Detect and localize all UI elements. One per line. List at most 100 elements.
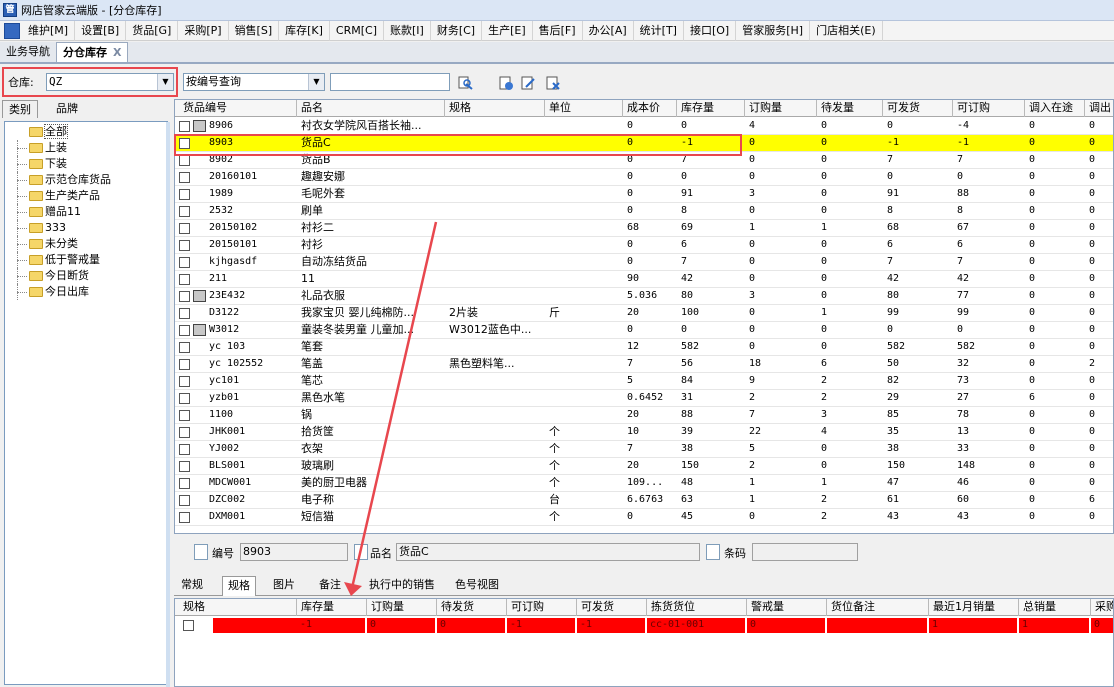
table-row[interactable]: 211 11 90 42 0 0 42 42 0 0 [175,271,1113,288]
delete-icon[interactable] [545,75,561,91]
menu-item[interactable]: 货品[G] [126,20,179,41]
edit-icon[interactable] [520,75,536,91]
copy-code-icon[interactable] [194,544,208,560]
spec-row[interactable]: -1 0 0 -1 -1 cc-01-001 0 1 1 0 [175,617,1113,634]
chevron-down-icon[interactable]: ▼ [308,74,324,90]
table-row[interactable]: yc101 笔芯 5 84 9 2 82 73 0 0 [175,373,1113,390]
tab-bottom[interactable]: 规格 [222,576,256,596]
code-field[interactable]: 8903 [240,543,348,561]
search-input[interactable] [330,73,450,91]
tree-node[interactable]: 333 [5,220,167,236]
column-header[interactable]: 拣货货位 [647,599,747,616]
panel-splitter[interactable] [166,122,170,687]
column-header[interactable]: 采购 [1091,599,1113,616]
tab-bottom[interactable]: 备注 [314,576,346,596]
column-header[interactable]: 订购量 [745,100,817,117]
menu-item[interactable]: 售后[F] [533,20,583,41]
copy-name-icon[interactable] [354,544,368,560]
row-checkbox[interactable] [179,427,190,438]
table-row[interactable]: BLS001 玻璃刷个 20 150 2 0 150 148 0 0 [175,458,1113,475]
menu-item[interactable]: 财务[C] [431,20,483,41]
column-header[interactable]: 库存量 [297,599,367,616]
menu-item[interactable]: 门店相关(E) [810,20,883,41]
copy-barcode-icon[interactable] [706,544,720,560]
tab-brand[interactable]: 品牌 [50,100,84,118]
table-row[interactable]: yc 102552 笔盖 黑色塑料笔... 7 56 18 6 50 32 0 2 [175,356,1113,373]
tab-bottom[interactable]: 图片 [268,576,300,596]
table-row[interactable]: 20160101 趣趣安娜 0 0 0 0 0 0 0 0 [175,169,1113,186]
column-header[interactable]: 成本价 [623,100,677,117]
tab-bottom[interactable]: 色号视图 [450,576,504,596]
menu-item[interactable]: 账款[I] [384,20,431,41]
row-checkbox[interactable] [183,620,194,631]
column-header[interactable]: 总销量 [1019,599,1091,616]
table-row[interactable]: 1989 毛呢外套 0 91 3 0 91 88 0 0 [175,186,1113,203]
menu-item[interactable]: 生产[E] [482,20,533,41]
row-checkbox[interactable] [179,478,190,489]
menu-item[interactable]: 管家服务[H] [736,20,811,41]
table-row[interactable]: kjhgasdf 自动冻结货品 0 7 0 0 7 7 0 0 [175,254,1113,271]
row-checkbox[interactable] [179,410,190,421]
warehouse-select[interactable]: QZ ▼ [46,73,174,91]
tree-node[interactable]: 今日出库 [5,284,167,300]
table-row[interactable]: D3122 我家宝贝 婴儿纯棉防... 2片装 斤 20 100 0 1 99 99 0 0 [175,305,1113,322]
column-header[interactable]: 调入在途 [1025,100,1085,117]
row-checkbox[interactable] [179,376,190,387]
table-row[interactable]: JHK001 拾货筐 个 10 39 22 4 35 13 0 0 [175,424,1113,441]
column-header[interactable]: 待发量 [817,100,883,117]
table-row[interactable]: 1100 锅 20 88 7 3 85 78 0 0 [175,407,1113,424]
row-checkbox[interactable] [179,495,190,506]
row-checkbox[interactable] [179,274,190,285]
menu-item[interactable]: 采购[P] [178,20,229,41]
row-checkbox[interactable] [179,512,190,523]
row-checkbox[interactable] [179,291,190,302]
table-row[interactable]: YJ002 衣架 个 7 38 5 0 38 33 0 0 [175,441,1113,458]
row-checkbox[interactable] [179,155,190,166]
menu-item[interactable]: 维护[M] [22,20,76,41]
close-tab-icon[interactable]: X [113,46,121,59]
row-checkbox[interactable] [179,444,190,455]
menu-item[interactable]: 库存[K] [279,20,330,41]
table-row[interactable]: DZC002 电子称 台 6.6763 63 1 2 61 60 0 6 [175,492,1113,509]
menu-item[interactable]: CRM[C] [330,20,384,41]
tree-node[interactable]: 今日断货 [5,268,167,284]
tab-bottom[interactable]: 常规 [176,576,208,596]
column-header[interactable]: 警戒量 [747,599,827,616]
chevron-down-icon[interactable]: ▼ [157,74,173,90]
row-checkbox[interactable] [179,189,190,200]
tree-node[interactable]: 上装 [5,140,167,156]
row-checkbox[interactable] [179,121,190,132]
column-header[interactable]: 规格 [445,100,545,117]
tab-warehouse-stock[interactable]: 分仓库存 X [56,42,129,62]
table-row[interactable]: 8906 衬衣女学院风百搭长袖... 0 0 4 0 0 -4 0 0 [175,118,1113,135]
tree-node[interactable]: 生产类产品 [5,188,167,204]
menu-item[interactable]: 办公[A] [583,20,634,41]
menu-item[interactable]: 设置[B] [75,20,127,41]
row-checkbox[interactable] [179,342,190,353]
column-header[interactable]: 货位备注 [827,599,929,616]
column-header[interactable]: 货品编号 [179,100,297,117]
table-row[interactable]: yzb01 黑色水笔 0.6452 31 2 2 29 27 6 0 [175,390,1113,407]
row-checkbox[interactable] [179,308,190,319]
tree-node[interactable]: 未分类 [5,236,167,252]
column-header[interactable]: 品名 [297,100,445,117]
row-checkbox[interactable] [179,206,190,217]
menu-item[interactable]: 销售[S] [229,20,280,41]
column-header[interactable]: 调出 [1085,100,1113,117]
table-row[interactable]: MDCW001 美的厨卫电器 个 109... 48 1 1 47 46 0 0 [175,475,1113,492]
menu-app-icon[interactable] [4,22,20,39]
table-row[interactable]: 23E432 礼品衣服 5.036 80 3 0 80 77 0 0 [175,288,1113,305]
row-checkbox[interactable] [179,325,190,336]
search-go-icon[interactable] [458,75,474,91]
column-header[interactable]: 可订购 [953,100,1025,117]
column-header[interactable]: 库存量 [677,100,745,117]
row-checkbox[interactable] [179,393,190,404]
row-checkbox[interactable] [179,223,190,234]
query-mode-select[interactable]: 按编号查询 ▼ [183,73,325,91]
row-checkbox[interactable] [179,172,190,183]
tree-node[interactable]: 全部 [5,124,167,140]
row-checkbox[interactable] [179,461,190,472]
barcode-field[interactable] [752,543,858,561]
tree-node[interactable]: 下装 [5,156,167,172]
tree-node[interactable]: 示范仓库货品 [5,172,167,188]
